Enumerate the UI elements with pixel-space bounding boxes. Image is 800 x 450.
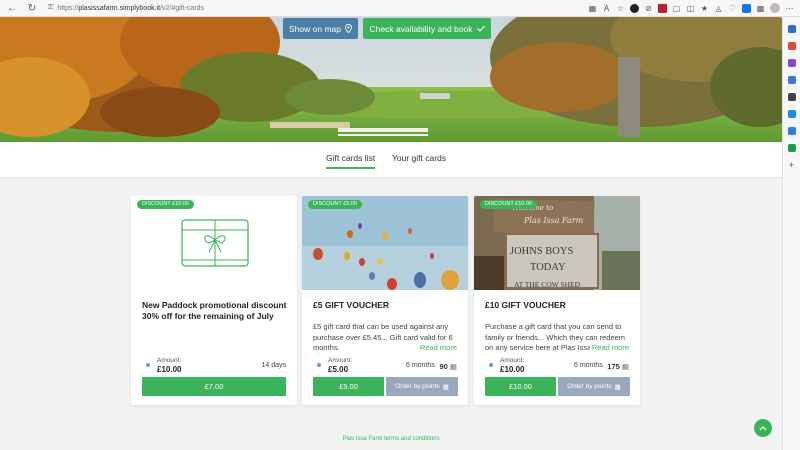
tools-icon[interactable] [787,59,796,67]
validity-duration: 6 months [406,362,435,369]
read-aloud-icon[interactable]: A [602,4,611,13]
amount-value: £10.00 [500,365,525,374]
profile-avatar[interactable] [770,3,780,13]
gift-card-title: £5 GIFT VOUCHER [313,300,390,310]
url-host: plasissafarm.simplybook.it [78,4,161,12]
sign-today: TODAY [530,262,566,273]
checkmark-icon [476,25,485,32]
order-by-points-label: Order by points [567,383,612,390]
order-by-points-button[interactable]: Order by points ▦ [386,377,458,396]
amount-label: Amount: [328,357,353,364]
tab-gift-cards-list[interactable]: Gift cards list [326,153,376,169]
points-value: 175 [607,362,620,371]
gift-card-title: New Paddock promotional discount 30% off… [142,300,287,321]
games-icon[interactable] [787,76,796,84]
sign-johns-boys: JOHNS BOYS [510,246,574,257]
browser-toolbar: ← ↻ ⚿ https:// plasissafarm.simplybook.i… [0,0,800,17]
points-icon: ▦ [442,383,449,391]
gift-card-tabs: Gift cards list Your gift cards [0,142,782,178]
order-by-points-label: Order by points [395,383,440,390]
map-pin-icon [345,24,352,33]
outlook-icon[interactable] [787,110,796,118]
extension-puzzle-icon[interactable]: ▢ [672,4,681,13]
gift-card-item: DISCOUNT £10.00 New Paddock promotional … [131,196,297,405]
chevron-up-icon [759,423,767,433]
apps-icon[interactable]: ▩ [756,4,765,13]
discount-badge: DISCOUNT £10.00 [137,200,194,209]
favorite-icon[interactable]: ☆ [616,4,625,13]
url-prefix: https:// [57,4,79,12]
points-icon: ▦ [449,362,457,371]
amount-value: £5.00 [328,365,349,374]
validity-duration: 14 days [261,362,286,369]
check-availability-label: Check availability and book [369,23,473,34]
scroll-to-top-button[interactable] [754,419,772,437]
read-more-link[interactable]: Read more [417,343,457,352]
shopping-icon[interactable] [787,42,796,50]
drop-icon[interactable] [787,144,796,152]
show-on-map-label: Show on map [289,23,341,34]
sign-at-cow-shed: AT THE COW SHED [514,280,581,289]
gift-card-item: DISCOUNT £5.00 £5 GIFT VOUCHER £5 gift c… [302,196,468,405]
browser-side-panel: + [782,17,800,450]
order-by-points-button[interactable]: Order by points ▦ [558,377,630,396]
favorites-icon[interactable]: ★ [700,4,709,13]
url-path: /v2/#gift-cards [160,4,205,12]
person-icon[interactable] [787,93,796,101]
check-availability-button[interactable]: Check availability and book [363,18,491,39]
office-icon[interactable] [787,127,796,135]
tab-your-gift-cards[interactable]: Your gift cards [392,153,446,163]
more-icon[interactable]: ⋯ [785,4,794,13]
performance-icon[interactable]: ♡ [728,4,737,13]
amount-dot-icon [489,363,493,367]
collections-icon[interactable]: ◬ [714,4,723,13]
extension-red-icon[interactable] [658,3,667,13]
points-cost: 175 ▦ [607,362,629,371]
amount-label: Amount: [157,357,182,364]
discount-badge: DISCOUNT £10.00 [480,200,537,209]
hero-banner: Show on map Check availability and book [0,17,782,142]
amount-label: Amount: [500,357,525,364]
discount-badge: DISCOUNT £5.00 [308,200,362,209]
show-on-map-button[interactable]: Show on map [283,18,358,39]
extension-dark-icon[interactable] [630,3,639,13]
search-icon[interactable] [787,25,796,33]
gift-envelope-icon [181,219,249,267]
split-screen-icon[interactable]: ◫ [686,4,695,13]
points-cost: 90 ▦ [439,362,457,371]
address-bar[interactable]: ⚿ https:// plasissafarm.simplybook.it /v… [48,4,204,12]
points-icon: ▦ [614,383,621,391]
gift-card-title: £10 GIFT VOUCHER [485,300,566,310]
read-more-link[interactable]: Read more [589,343,629,352]
refresh-icon[interactable]: ↻ [24,0,40,16]
add-icon[interactable]: + [788,161,796,170]
amount-dot-icon [146,363,150,367]
buy-price-button[interactable]: £10.00 [485,377,556,396]
gift-card-item: DISCOUNT £10.00 Welcome to Plas Issa Far… [474,196,640,405]
validity-duration: 6 months [574,362,603,369]
grid-icon[interactable]: ▦ [588,4,597,13]
sign-farm-name: Plas Issa Farm [524,216,584,225]
buy-price-button[interactable]: £5.00 [313,377,384,396]
lock-icon: ⚿ [48,4,54,11]
extension-icon[interactable]: ⊘ [644,4,653,13]
buy-price-button[interactable]: £7.00 [142,377,286,396]
points-value: 90 [439,362,448,371]
points-icon: ▦ [621,362,629,371]
farm-sign-image [474,196,640,290]
terms-link[interactable]: Plas Issa Farm terms and conditions [0,436,782,442]
amount-value: £10.00 [157,365,182,374]
amount-dot-icon [317,363,321,367]
back-icon[interactable]: ← [4,0,20,16]
balloons-image [302,196,468,290]
extension-blue-icon[interactable] [742,3,751,13]
gift-card-image [131,196,297,290]
